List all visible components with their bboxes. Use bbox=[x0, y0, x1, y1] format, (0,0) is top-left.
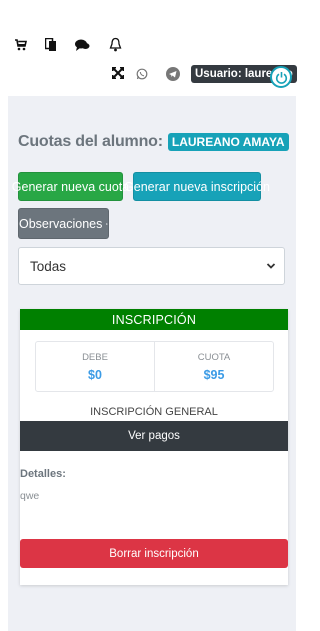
chat-icon[interactable] bbox=[74, 38, 90, 52]
filter-selected-value: Todas bbox=[30, 258, 67, 274]
card-header: INSCRIPCIÓN bbox=[20, 309, 288, 330]
stat-value: $95 bbox=[203, 367, 225, 382]
top-navbar: Usuario: laureano bbox=[0, 0, 304, 96]
stat-label: CUOTA bbox=[197, 351, 231, 363]
student-name-badge: LAUREANO AMAYA bbox=[167, 133, 289, 151]
page-header: Cuotas del alumno: LAUREANO AMAYA bbox=[18, 133, 289, 151]
enrollment-card: INSCRIPCIÓN DEBE $0 CUOTA $95 INSCRIPCIÓ… bbox=[20, 309, 288, 585]
details-value: qwe bbox=[20, 490, 40, 502]
stat-label: DEBE bbox=[82, 351, 108, 363]
cart-icon[interactable] bbox=[14, 38, 28, 52]
whatsapp-icon[interactable] bbox=[135, 67, 148, 80]
filter-select[interactable]: Todas bbox=[18, 247, 285, 285]
bell-icon bbox=[106, 222, 108, 225]
observations-button[interactable]: Observaciones bbox=[18, 208, 109, 239]
stat-fee: CUOTA $95 bbox=[154, 342, 273, 391]
view-payments-button[interactable]: Ver pagos bbox=[20, 421, 288, 451]
documents-icon[interactable] bbox=[44, 37, 58, 53]
chevron-down-icon bbox=[266, 263, 276, 269]
power-icon[interactable] bbox=[270, 66, 292, 88]
delete-enrollment-button[interactable]: Borrar inscripción bbox=[20, 539, 288, 568]
observations-label: Observaciones bbox=[19, 216, 103, 231]
new-fee-button[interactable]: Generar nueva cuota bbox=[12, 172, 129, 201]
stats-box: DEBE $0 CUOTA $95 bbox=[35, 341, 274, 392]
telegram-icon[interactable] bbox=[165, 66, 180, 81]
expand-icon[interactable] bbox=[111, 66, 125, 80]
new-enrollment-button[interactable]: Generar nueva inscripción bbox=[124, 172, 270, 201]
enrollment-name: INSCRIPCIÓN GENERAL bbox=[90, 406, 218, 418]
stat-owed: DEBE $0 bbox=[36, 342, 154, 391]
bell-icon[interactable] bbox=[107, 36, 123, 53]
page-title: Cuotas del alumno: bbox=[18, 133, 163, 150]
details-label: Detalles: bbox=[20, 468, 66, 480]
stat-value: $0 bbox=[88, 367, 102, 382]
